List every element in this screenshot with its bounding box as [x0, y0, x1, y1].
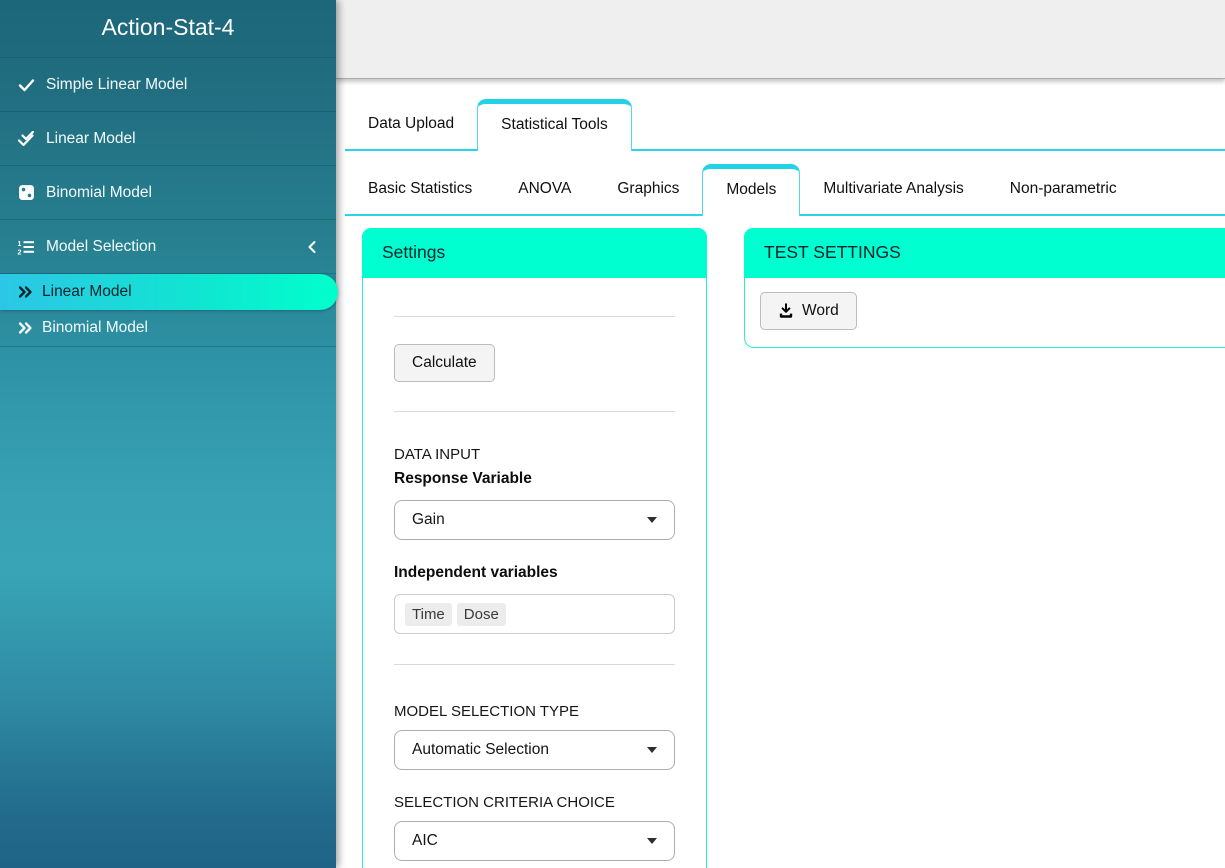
settings-panel-title: Settings — [362, 228, 707, 278]
sidebar-item-label: Simple Linear Model — [46, 75, 188, 93]
sidebar-item-binomial-model[interactable]: Binomial Model — [0, 166, 336, 220]
main-content: Data Upload Statistical Tools Basic Stat… — [336, 0, 1225, 868]
divider — [394, 411, 675, 412]
selection-criteria-label: SELECTION CRITERIA CHOICE — [394, 794, 615, 811]
svg-text:2: 2 — [18, 249, 22, 255]
angle-double-right-icon — [18, 321, 33, 335]
tab-models[interactable]: Models — [702, 164, 801, 216]
sidebar-subitem-binomial-model[interactable]: Binomial Model — [0, 310, 336, 346]
check-double-icon — [14, 130, 38, 147]
divider — [394, 316, 675, 317]
sidebar-subitem-linear-model[interactable]: Linear Model — [0, 274, 338, 310]
response-variable-select[interactable]: Gain — [394, 500, 675, 540]
sidebar-item-label: Binomial Model — [46, 183, 152, 201]
selection-criteria-select[interactable]: AIC — [394, 821, 675, 861]
sidebar-subitem-label: Binomial Model — [42, 319, 148, 336]
independent-variables-input[interactable]: Time Dose — [394, 594, 675, 634]
angle-double-right-icon — [18, 285, 33, 299]
list-ol-icon: 1 2 — [14, 239, 38, 255]
model-selection-type-select[interactable]: Automatic Selection — [394, 730, 675, 770]
word-download-button[interactable]: Word — [760, 292, 857, 330]
sidebar-menu: Simple Linear Model Linear Model Binomia… — [0, 58, 338, 347]
download-icon — [778, 303, 794, 319]
header-bar — [336, 0, 1225, 79]
app-title: Action-Stat-4 — [0, 0, 336, 58]
panels-row: Settings Calculate DATA INPUT Response V… — [362, 228, 1225, 868]
caret-down-icon — [647, 838, 657, 844]
sidebar-item-model-selection[interactable]: 1 2 Model Selection — [0, 220, 336, 274]
divider — [394, 664, 675, 665]
response-variable-value: Gain — [412, 511, 445, 528]
calculate-button[interactable]: Calculate — [394, 344, 495, 382]
svg-text:1: 1 — [18, 241, 22, 248]
sidebar-subitem-label: Linear Model — [42, 283, 132, 300]
variable-tag[interactable]: Dose — [456, 602, 506, 626]
test-settings-panel-body: Word — [745, 278, 1225, 347]
data-input-label: DATA INPUT — [394, 446, 481, 463]
settings-panel-body: Calculate DATA INPUT Response Variable G… — [363, 278, 706, 868]
word-button-label: Word — [802, 302, 839, 319]
independent-variables-label: Independent variables — [394, 564, 558, 581]
test-settings-panel: TEST SETTINGS Word — [744, 228, 1225, 348]
tab-anova[interactable]: ANOVA — [495, 165, 594, 214]
dice-icon — [14, 184, 38, 201]
tab-statistical-tools[interactable]: Statistical Tools — [477, 99, 632, 151]
sidebar-item-label: Linear Model — [46, 129, 136, 147]
tab-data-upload[interactable]: Data Upload — [345, 100, 477, 149]
model-selection-type-label: MODEL SELECTION TYPE — [394, 703, 580, 720]
sidebar: Action-Stat-4 Simple Linear Model Linear… — [0, 0, 338, 868]
test-settings-panel-title: TEST SETTINGS — [744, 228, 1225, 278]
response-variable-label: Response Variable — [394, 470, 532, 487]
sidebar-item-linear-model[interactable]: Linear Model — [0, 112, 336, 166]
caret-down-icon — [647, 747, 657, 753]
tab-non-parametric[interactable]: Non-parametric — [987, 165, 1140, 214]
variable-tag[interactable]: Time — [405, 602, 452, 626]
secondary-tabbar: Basic Statistics ANOVA Graphics Models M… — [345, 164, 1225, 216]
caret-down-icon — [647, 517, 657, 523]
primary-tabbar: Data Upload Statistical Tools — [345, 99, 1225, 151]
model-selection-submenu: Linear Model Binomial Model — [0, 274, 338, 347]
chevron-left-icon — [306, 240, 318, 254]
tab-graphics[interactable]: Graphics — [594, 165, 702, 214]
sidebar-item-label: Model Selection — [46, 237, 157, 255]
model-selection-type-value: Automatic Selection — [412, 741, 549, 758]
sidebar-item-simple-linear-model[interactable]: Simple Linear Model — [0, 58, 336, 112]
selection-criteria-value: AIC — [412, 832, 438, 849]
settings-panel: Settings Calculate DATA INPUT Response V… — [362, 228, 707, 868]
tab-basic-statistics[interactable]: Basic Statistics — [345, 165, 495, 214]
check-icon — [14, 77, 38, 93]
tab-multivariate-analysis[interactable]: Multivariate Analysis — [800, 165, 986, 214]
